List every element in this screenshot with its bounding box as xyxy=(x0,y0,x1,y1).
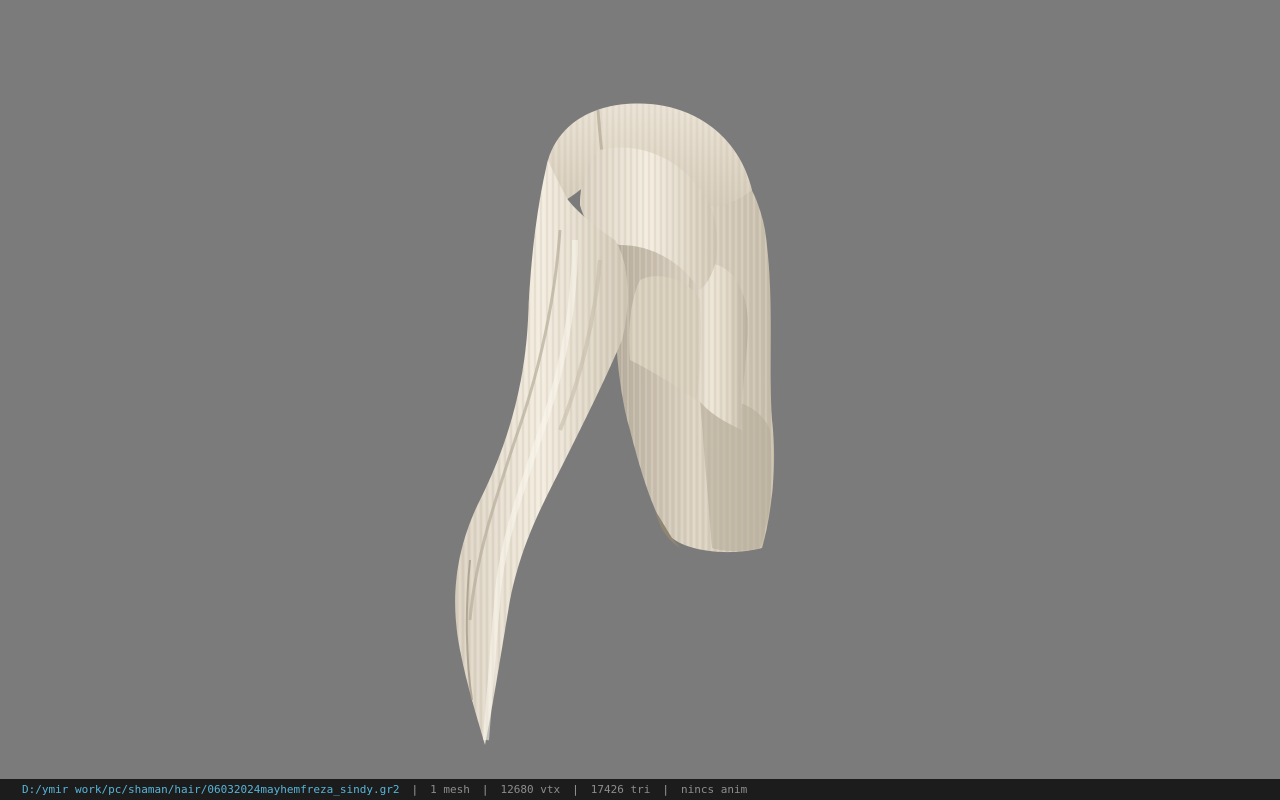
vertex-count-label: 12680 vtx xyxy=(500,783,561,796)
hair-model-render xyxy=(455,103,775,745)
status-separator: | xyxy=(481,783,489,796)
animation-status-label: nincs anim xyxy=(680,783,748,796)
status-bar: D:/ymir work/pc/shaman/hair/06032024mayh… xyxy=(0,779,1280,800)
mesh-count-label: 1 mesh xyxy=(430,783,470,796)
status-separator: | xyxy=(411,783,419,796)
triangle-count-label: 17426 tri xyxy=(590,783,651,796)
file-path-label: D:/ymir work/pc/shaman/hair/06032024mayh… xyxy=(22,783,400,796)
3d-viewport[interactable] xyxy=(0,0,1280,779)
status-separator: | xyxy=(662,783,669,796)
status-separator: | xyxy=(572,783,579,796)
hair-long-strand xyxy=(455,160,628,745)
